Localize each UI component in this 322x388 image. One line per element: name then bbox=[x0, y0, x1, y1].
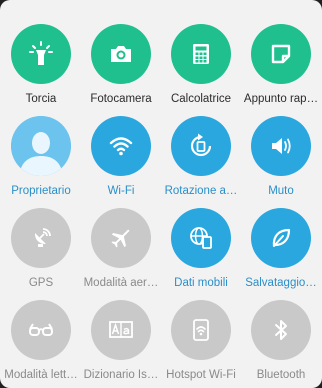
tile-label: Torcia bbox=[25, 93, 57, 105]
wifi-icon bbox=[109, 137, 133, 156]
tile-label: Modalità lett… bbox=[4, 369, 78, 381]
wifi-hotspot-toggle[interactable] bbox=[171, 300, 231, 360]
quick-settings-row-3: GPS Modalità aer… Dati mobili Salvataggi… bbox=[0, 198, 322, 290]
tile-label: Calcolatrice bbox=[170, 93, 232, 105]
user-avatar-icon bbox=[11, 116, 71, 176]
tile-label: Rotazione a… bbox=[164, 185, 238, 197]
airplane-mode-toggle[interactable] bbox=[91, 208, 151, 268]
flashlight-icon bbox=[29, 41, 53, 65]
tile-mobile-data[interactable]: Dati mobili bbox=[161, 198, 241, 290]
tile-label: Salvataggio… bbox=[245, 277, 317, 289]
calculator-toggle[interactable] bbox=[171, 24, 231, 84]
tile-bluetooth[interactable]: Bluetooth bbox=[241, 290, 321, 382]
quick-memo-icon bbox=[271, 44, 291, 64]
mobile-data-icon bbox=[190, 227, 212, 249]
camera-toggle[interactable] bbox=[91, 24, 151, 84]
wifi-toggle[interactable] bbox=[91, 116, 151, 176]
tile-camera[interactable]: Fotocamera bbox=[81, 14, 161, 106]
reading-glasses-icon bbox=[29, 323, 53, 336]
tile-wifi-hotspot[interactable]: Hotspot Wi-Fi bbox=[161, 290, 241, 382]
mute-speaker-icon bbox=[272, 138, 291, 154]
tile-airplane-mode[interactable]: Modalità aer… bbox=[81, 198, 161, 290]
mobile-data-toggle[interactable] bbox=[171, 208, 231, 268]
bluetooth-toggle[interactable] bbox=[251, 300, 311, 360]
tile-label: Proprietario bbox=[11, 185, 71, 197]
mute-toggle[interactable] bbox=[251, 116, 311, 176]
tile-gps[interactable]: GPS bbox=[1, 198, 81, 290]
auto-rotate-icon bbox=[190, 133, 212, 157]
hotspot-icon bbox=[193, 319, 209, 341]
quick-settings-row-4: Modalità lett… Dizionario Is… Hotspot Wi… bbox=[0, 290, 322, 382]
quick-settings-panel: Torcia Fotocamera Calcolatrice Appunto r… bbox=[0, 0, 322, 388]
quick-memo-toggle[interactable] bbox=[251, 24, 311, 84]
tile-label: Appunto rap… bbox=[243, 93, 319, 105]
bluetooth-icon bbox=[275, 320, 287, 340]
tile-auto-rotate[interactable]: Rotazione a… bbox=[161, 106, 241, 198]
tile-quick-memo[interactable]: Appunto rap… bbox=[241, 14, 321, 106]
dictionary-toggle[interactable] bbox=[91, 300, 151, 360]
quick-settings-row-2: Proprietario Wi-Fi Rotazione a… Muto bbox=[0, 106, 322, 198]
camera-icon bbox=[111, 46, 131, 62]
tile-label: Fotocamera bbox=[90, 93, 152, 105]
tile-mute[interactable]: Muto bbox=[241, 106, 321, 198]
tile-power-saving[interactable]: Salvataggio… bbox=[241, 198, 321, 290]
tile-calculator[interactable]: Calcolatrice bbox=[161, 14, 241, 106]
tile-reading-mode[interactable]: Modalità lett… bbox=[1, 290, 81, 382]
tile-label: Wi-Fi bbox=[107, 185, 135, 197]
tile-label: Dizionario Is… bbox=[83, 369, 159, 381]
tile-label: Dati mobili bbox=[174, 277, 228, 289]
owner-avatar[interactable] bbox=[11, 116, 71, 176]
tile-label: Modalità aer… bbox=[83, 277, 159, 289]
gps-icon bbox=[34, 228, 51, 247]
flashlight-toggle[interactable] bbox=[11, 24, 71, 84]
tile-wifi[interactable]: Wi-Fi bbox=[81, 106, 161, 198]
power-saving-toggle[interactable] bbox=[251, 208, 311, 268]
tile-label: GPS bbox=[28, 277, 54, 289]
tile-flashlight[interactable]: Torcia bbox=[1, 14, 81, 106]
tile-owner[interactable]: Proprietario bbox=[1, 106, 81, 198]
tile-label: Muto bbox=[268, 185, 294, 197]
tile-label: Bluetooth bbox=[256, 369, 306, 381]
dictionary-icon bbox=[109, 321, 133, 338]
calculator-icon bbox=[193, 44, 209, 64]
leaf-power-saving-icon bbox=[272, 228, 291, 247]
tile-dictionary[interactable]: Dizionario Is… bbox=[81, 290, 161, 382]
gps-toggle[interactable] bbox=[11, 208, 71, 268]
tile-label: Hotspot Wi-Fi bbox=[166, 369, 236, 381]
reading-mode-toggle[interactable] bbox=[11, 300, 71, 360]
airplane-icon bbox=[111, 229, 130, 248]
auto-rotate-toggle[interactable] bbox=[171, 116, 231, 176]
quick-settings-row-1: Torcia Fotocamera Calcolatrice Appunto r… bbox=[0, 14, 322, 106]
